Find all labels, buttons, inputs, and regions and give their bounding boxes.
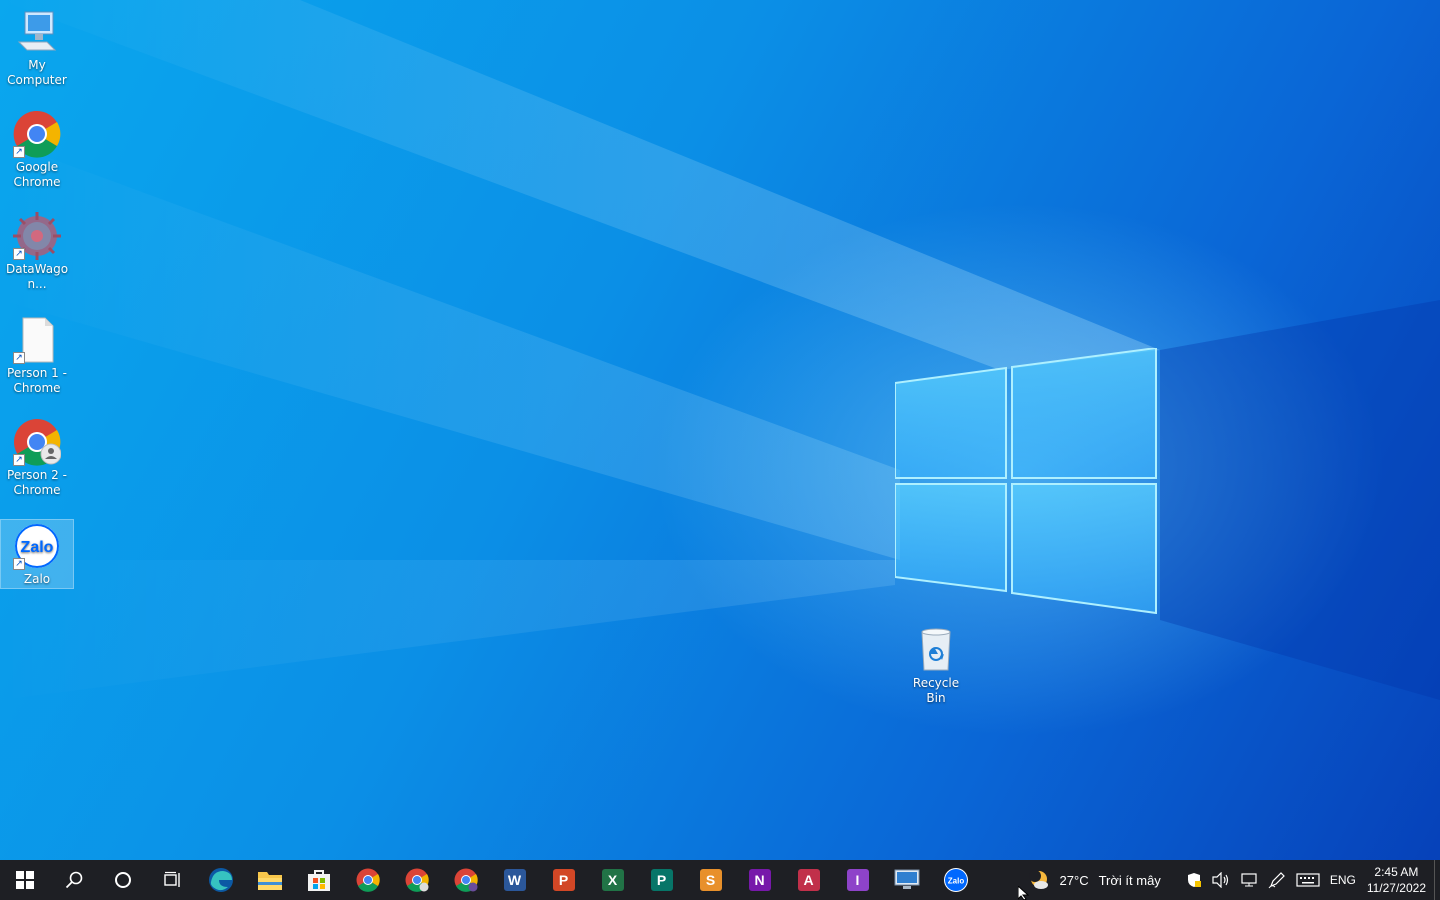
desktop-icon-label: Person 1 - Chrome bbox=[7, 366, 67, 395]
taskbar-publisher[interactable]: P bbox=[637, 860, 686, 900]
language-indicator[interactable]: ENG bbox=[1330, 873, 1356, 887]
taskbar: W P X P S N A I Zalo 27°C Trời ít mây EN… bbox=[0, 860, 1440, 900]
recycle-bin-icon bbox=[912, 626, 960, 674]
taskbar-zalo[interactable]: Zalo bbox=[931, 860, 980, 900]
desktop-icon-google-chrome[interactable]: ↗ Google Chrome bbox=[1, 110, 73, 190]
desktop-icon-label: Google Chrome bbox=[13, 160, 61, 189]
desktop-icon-recycle-bin[interactable]: Recycle Bin bbox=[900, 626, 972, 706]
desktop-icon-label: Person 2 - Chrome bbox=[7, 468, 67, 497]
chrome-icon bbox=[356, 868, 380, 892]
taskbar-powerpoint[interactable]: P bbox=[539, 860, 588, 900]
publisher-icon: P bbox=[650, 869, 673, 891]
sway-icon: S bbox=[699, 869, 722, 891]
desktop-icon-person-1-chrome[interactable]: ↗ Person 1 - Chrome bbox=[1, 316, 73, 396]
task-view-button[interactable] bbox=[147, 860, 196, 900]
network-icon bbox=[1241, 873, 1257, 887]
keyboard-icon bbox=[1296, 873, 1320, 887]
desktop-icon-datawagon[interactable]: ↗ DataWagon... bbox=[1, 212, 73, 292]
start-button[interactable] bbox=[0, 860, 49, 900]
clock[interactable]: 2:45 AM 11/27/2022 bbox=[1367, 864, 1426, 896]
zalo-icon: Zalo ↗ bbox=[13, 522, 61, 570]
taskbar-onenote[interactable]: N bbox=[735, 860, 784, 900]
weather-widget[interactable]: 27°C Trời ít mây bbox=[1028, 869, 1161, 891]
desktop-icon-label: DataWagon... bbox=[5, 262, 69, 291]
taskbar-edge[interactable] bbox=[196, 860, 245, 900]
desktop-icon-label: My Computer bbox=[7, 58, 67, 87]
clock-date: 11/27/2022 bbox=[1366, 881, 1426, 895]
windows-logo-wallpaper bbox=[895, 348, 1157, 614]
taskbar-chrome-profile-1[interactable] bbox=[392, 860, 441, 900]
zalo-icon: Zalo bbox=[943, 868, 968, 892]
security-tray-button[interactable] bbox=[1186, 872, 1202, 888]
touch-keyboard-button[interactable] bbox=[1296, 873, 1320, 887]
my-computer-icon bbox=[13, 8, 61, 56]
cortana-button[interactable] bbox=[98, 860, 147, 900]
system-tray: 27°C Trời ít mây ENG 2:45 AM 11/27/2022 bbox=[1023, 860, 1440, 900]
file-explorer-icon bbox=[257, 872, 282, 890]
taskbar-chrome-profile-2[interactable] bbox=[441, 860, 490, 900]
desktop-icon-label: Recycle Bin bbox=[912, 676, 960, 705]
infopath-icon: I bbox=[846, 869, 869, 891]
zalo-logo-text: Zalo bbox=[21, 539, 54, 556]
taskbar-chrome[interactable] bbox=[343, 860, 392, 900]
blank-document-icon: ↗ bbox=[13, 316, 61, 364]
windows-start-icon bbox=[15, 871, 34, 889]
desktop-icon-my-computer[interactable]: My Computer bbox=[1, 8, 73, 88]
excel-icon: X bbox=[601, 869, 624, 891]
taskbar-word[interactable]: W bbox=[490, 860, 539, 900]
microsoft-store-icon bbox=[307, 870, 330, 891]
access-icon: A bbox=[797, 869, 820, 891]
pen-workspace-button[interactable] bbox=[1268, 871, 1286, 889]
remote-desktop-icon bbox=[894, 869, 919, 889]
taskbar-access[interactable]: A bbox=[784, 860, 833, 900]
network-button[interactable] bbox=[1240, 872, 1258, 888]
shield-warning-icon bbox=[1187, 873, 1201, 887]
weather-moon-cloud-icon bbox=[1028, 870, 1048, 889]
word-icon: W bbox=[503, 869, 526, 891]
weather-temperature: 27°C bbox=[1059, 872, 1089, 888]
edge-icon bbox=[208, 868, 233, 892]
shortcut-arrow-icon: ↗ bbox=[13, 248, 25, 260]
chrome-profile-icon bbox=[405, 868, 429, 892]
taskbar-file-explorer[interactable] bbox=[245, 860, 294, 900]
desktop-icon-person-2-chrome[interactable]: ↗ Person 2 - Chrome bbox=[1, 418, 73, 498]
show-desktop-button[interactable] bbox=[1434, 860, 1440, 900]
taskbar-sway[interactable]: S bbox=[686, 860, 735, 900]
datawagon-icon: ↗ bbox=[13, 212, 61, 260]
shortcut-arrow-icon: ↗ bbox=[13, 454, 25, 466]
zalo-taskbar-text: Zalo bbox=[947, 877, 964, 886]
desktop-icon-zalo[interactable]: Zalo ↗ Zalo bbox=[0, 519, 74, 589]
search-button[interactable] bbox=[49, 860, 98, 900]
shortcut-arrow-icon: ↗ bbox=[13, 352, 25, 364]
search-icon bbox=[65, 871, 82, 889]
chrome-profile-icon bbox=[454, 868, 478, 892]
pen-icon bbox=[1268, 872, 1285, 889]
desktop-icon-label: Zalo bbox=[23, 572, 51, 586]
taskbar-microsoft-store[interactable] bbox=[294, 860, 343, 900]
wallpaper-light-beams bbox=[0, 0, 1440, 700]
taskbar-excel[interactable]: X bbox=[588, 860, 637, 900]
weather-description: Trời ít mây bbox=[1098, 872, 1161, 888]
onenote-icon: N bbox=[748, 869, 771, 891]
cortana-icon bbox=[114, 872, 131, 888]
chrome-profile-icon: ↗ bbox=[13, 418, 62, 466]
shortcut-arrow-icon: ↗ bbox=[13, 146, 25, 158]
clock-time: 2:45 AM bbox=[1374, 865, 1419, 879]
task-view-icon bbox=[163, 871, 180, 887]
powerpoint-icon: P bbox=[552, 869, 575, 891]
taskbar-infopath[interactable]: I bbox=[833, 860, 882, 900]
taskbar-remote-desktop[interactable] bbox=[882, 860, 931, 900]
shortcut-arrow-icon: ↗ bbox=[13, 558, 25, 570]
chrome-icon: ↗ bbox=[13, 110, 61, 158]
mouse-cursor-icon bbox=[1018, 886, 1030, 900]
speaker-icon bbox=[1212, 872, 1228, 888]
volume-button[interactable] bbox=[1212, 872, 1230, 888]
